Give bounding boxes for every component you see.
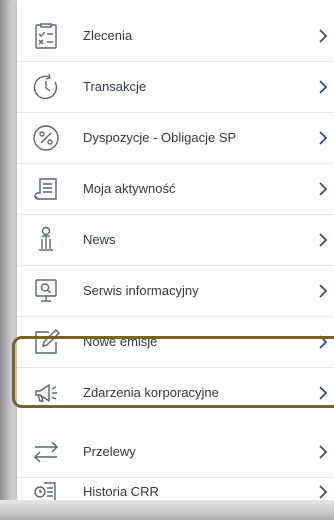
menu-item-label: Przelewy: [83, 444, 136, 459]
menu-item-label: Moja aktywność: [83, 181, 176, 196]
menu-item-news[interactable]: News: [17, 215, 334, 266]
menu-item-label: Zlecenia: [83, 28, 133, 43]
percent-icon: [31, 123, 61, 153]
menu-item-label: Serwis informacyjny: [83, 283, 199, 298]
chevron-right-icon: [316, 129, 330, 147]
menu-item-label: Zdarzenia korporacyjne: [83, 385, 219, 400]
menu-item-nowe-emisje[interactable]: Nowe emisje: [17, 317, 334, 368]
megaphone-icon: [31, 378, 61, 408]
chevron-right-icon: [316, 231, 330, 249]
menu-item-przelewy[interactable]: Przelewy: [17, 427, 334, 478]
menu-item-moja-aktywnosc[interactable]: Moja aktywność: [17, 164, 334, 215]
menu-item-label: Transakcje: [83, 79, 147, 94]
chevron-right-icon: [316, 282, 330, 300]
order-list-icon: [31, 21, 61, 51]
transfer-arrows-icon: [31, 437, 61, 467]
menu-item-zdarzenia-korporacyjne[interactable]: Zdarzenia korporacyjne: [17, 368, 334, 419]
chevron-right-icon: [316, 443, 330, 461]
history-clock-icon: [31, 72, 61, 102]
chevron-right-icon: [316, 78, 330, 96]
menu-item-dyspozycje[interactable]: Dyspozycje - Obligacje SP: [17, 113, 334, 164]
menu-item-label: Dyspozycje - Obligacje SP: [83, 130, 237, 145]
chevron-right-icon: [316, 384, 330, 402]
menu-item-transakcje[interactable]: Transakcje: [17, 62, 334, 113]
menu-item-serwis-informacyjny[interactable]: Serwis informacyjny: [17, 266, 334, 317]
bottom-shadow: [0, 500, 334, 520]
chevron-right-icon: [316, 27, 330, 45]
news-stand-icon: [31, 225, 61, 255]
menu-item-zlecenia[interactable]: Zlecenia: [17, 11, 334, 62]
document-list-icon: [31, 174, 61, 204]
chevron-right-icon: [316, 333, 330, 351]
edit-document-icon: [31, 327, 61, 357]
menu-item-label: News: [83, 232, 116, 247]
monitor-search-icon: [31, 276, 61, 306]
menu-item-label: Nowe emisje: [83, 334, 158, 349]
chevron-right-icon: [316, 180, 330, 198]
chevron-right-icon: [316, 483, 330, 501]
